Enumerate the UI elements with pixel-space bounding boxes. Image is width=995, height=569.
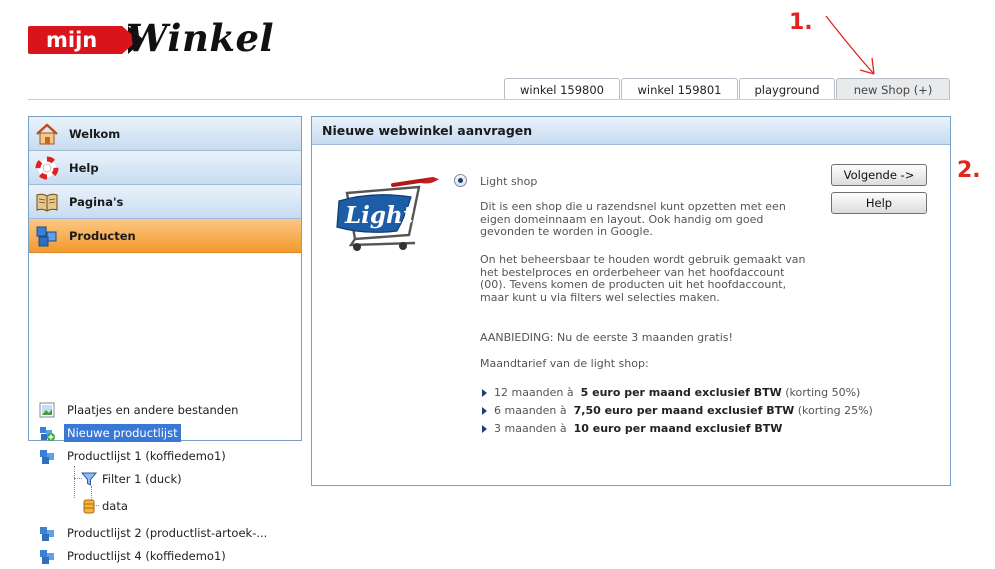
annotation-step-2: 2. — [957, 158, 981, 183]
image-icon — [39, 402, 55, 418]
light-shop-cart-icon: Light — [336, 177, 439, 251]
sidebar-item-paginas[interactable]: Pagina's — [29, 185, 301, 219]
light-shop-radio[interactable] — [454, 174, 467, 187]
light-logo-text: Light — [344, 202, 414, 229]
next-button[interactable]: Volgende -> — [831, 164, 927, 186]
description-paragraph: Dit is een shop die u razendsnel kunt op… — [480, 200, 786, 238]
tab-playground[interactable]: playground — [739, 78, 835, 100]
option-label: Light shop — [480, 175, 538, 188]
tree-item-label: Productlijst 4 (koffiedemo1) — [67, 549, 226, 563]
sidebar-item-label: Producten — [69, 229, 136, 243]
price-amount: 5 euro per maand exclusief BTW — [580, 386, 782, 399]
description-paragraph: On het beheersbaar te houden wordt gebru… — [480, 253, 806, 304]
logo-prefix: mijn — [46, 28, 98, 52]
tree-item-label: Plaatjes en andere bestanden — [67, 403, 239, 417]
database-icon — [83, 499, 95, 514]
price-amount: 7,50 euro per maand exclusief BTW — [573, 404, 795, 417]
sidebar-item-welkom[interactable]: Welkom — [29, 117, 301, 151]
lifebuoy-icon — [35, 156, 59, 180]
tree-item-label: Productlijst 2 (productlist-artoek-... — [67, 526, 268, 540]
sidebar-item-label: Welkom — [69, 127, 121, 141]
sidebar-item-label: Pagina's — [69, 195, 124, 209]
home-icon — [36, 123, 58, 145]
price-prefix: 12 maanden à — [494, 386, 574, 399]
tree-connector — [74, 466, 75, 498]
tab-winkel-159801[interactable]: winkel 159801 — [621, 78, 738, 100]
products-icon — [36, 226, 57, 247]
book-icon — [36, 193, 58, 212]
tree-item-label: Productlijst 1 (koffiedemo1) — [67, 449, 226, 463]
price-option: 6 maanden à 7,50 euro per maand exclusie… — [482, 404, 873, 417]
sidebar-item-help[interactable]: Help — [29, 151, 301, 185]
price-option: 12 maanden à 5 euro per maand exclusief … — [482, 386, 860, 399]
bullet-triangle-icon — [482, 425, 487, 433]
panel-title: Nieuwe webwinkel aanvragen — [312, 117, 950, 145]
price-option: 3 maanden à 10 euro per maand exclusief … — [482, 422, 782, 435]
help-button[interactable]: Help — [831, 192, 927, 214]
tree-item-label: Filter 1 (duck) — [102, 472, 182, 486]
price-amount: 10 euro per maand exclusief BTW — [573, 422, 783, 435]
add-productlist-icon — [40, 427, 55, 441]
mijnwinkel-logo: mijn Winkel — [28, 16, 298, 60]
price-prefix: 6 maanden à — [494, 404, 567, 417]
productlist-icon — [40, 450, 54, 464]
new-shop-panel: Nieuwe webwinkel aanvragen Light Light s… — [311, 116, 951, 486]
tab-winkel-159800[interactable]: winkel 159800 — [504, 78, 620, 100]
bullet-triangle-icon — [482, 407, 487, 415]
price-prefix: 3 maanden à — [494, 422, 567, 435]
price-discount: (korting 25%) — [797, 404, 873, 417]
offer-text: AANBIEDING: Nu de eerste 3 maanden grati… — [480, 331, 733, 344]
annotation-arrow-icon — [825, 15, 875, 75]
tab-new-shop[interactable]: new Shop (+) — [836, 78, 950, 100]
tree-item-label: data — [102, 499, 128, 513]
price-intro: Maandtarief van de light shop: — [480, 357, 649, 370]
tree-item-label: Nieuwe productlijst — [64, 424, 181, 442]
sidebar-item-producten[interactable]: Producten — [29, 219, 301, 253]
bullet-triangle-icon — [482, 389, 487, 397]
logo-name: Winkel — [126, 16, 275, 60]
productlist-icon — [40, 527, 54, 541]
tabs-baseline — [28, 99, 950, 100]
sidebar: Welkom Help Pagina's Producten Plaatjes … — [28, 116, 302, 564]
sidebar-item-label: Help — [69, 161, 99, 175]
filter-icon — [81, 472, 97, 486]
productlist-icon — [40, 550, 54, 564]
annotation-step-1: 1. — [789, 10, 813, 35]
price-discount: (korting 50%) — [785, 386, 861, 399]
